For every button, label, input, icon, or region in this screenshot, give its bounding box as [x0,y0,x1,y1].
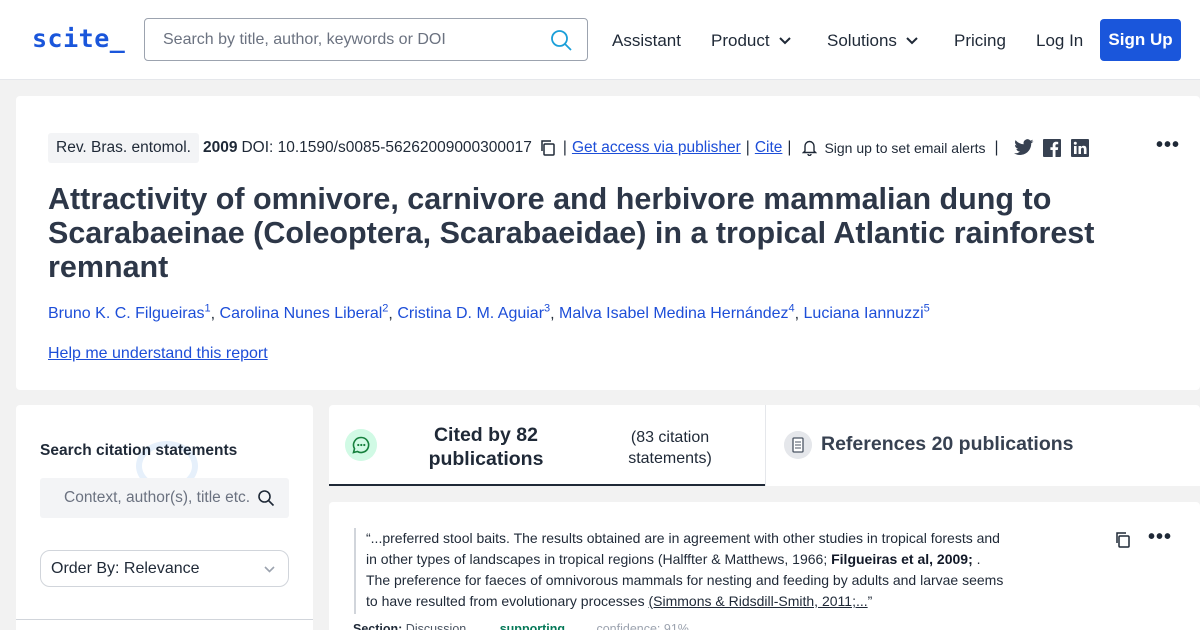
author-link[interactable]: Cristina D. M. Aguiar3 [397,303,550,322]
paper-meta-row: Rev. Bras. entomol. 2009 DOI: 10.1590/s0… [48,132,1090,163]
separator: , [794,305,804,323]
separator: | [562,138,567,156]
search-box [144,18,588,61]
citation-search-sidebar: Search citation statements Order By: Rel… [16,405,313,630]
more-options-icon[interactable]: ••• [1156,134,1180,157]
chevron-down-icon [778,37,791,45]
divider [765,405,766,486]
login-link[interactable]: Log In [1036,31,1083,51]
scite-logo[interactable]: scite_ [32,24,125,53]
bell-icon[interactable] [802,139,818,156]
paper-card: Rev. Bras. entomol. 2009 DOI: 10.1590/s0… [16,96,1200,390]
supporting-badge: supporting [499,622,565,630]
author-link[interactable]: Malva Isabel Medina Hernández4 [559,303,795,322]
get-access-link[interactable]: Get access via publisher [572,139,741,157]
publication-year: 2009 [202,138,238,156]
copy-icon[interactable] [1114,531,1131,548]
journal-badge: Rev. Bras. entomol. [48,132,199,163]
help-understand-link[interactable]: Help me understand this report [48,345,268,363]
facebook-icon[interactable] [1042,138,1062,157]
separator: | [745,138,750,156]
citation-quote: “...preferred stool baits. The results o… [354,528,1004,614]
chevron-down-icon [906,37,918,45]
section-value: Discussion [405,622,467,630]
chevron-down-icon [264,566,275,573]
tab-cited-by[interactable]: Cited by 82 publications (83 citation st… [329,405,765,486]
copy-icon[interactable] [539,139,556,156]
order-by-value: Order By: Relevance [51,560,200,577]
chat-bubble-icon [345,429,377,461]
context-search-input[interactable] [40,478,256,518]
cite-link[interactable]: Cite [755,139,783,157]
twitter-icon[interactable] [1013,138,1034,157]
nav-solutions[interactable]: Solutions [827,31,919,51]
citation-tabs: Cited by 82 publications (83 citation st… [329,405,1200,486]
citation-statements-count: (83 citation statements) [628,429,712,467]
search-input[interactable] [145,19,535,60]
nav-product[interactable]: Product [711,31,792,51]
separator: | [787,138,792,156]
search-icon[interactable] [549,28,573,52]
order-by-select[interactable]: Order By: Relevance [40,550,289,587]
section-label: Section: [353,622,403,630]
more-options-icon[interactable]: ••• [1148,526,1172,549]
author-link[interactable]: Carolina Nunes Liberal2 [220,303,389,322]
document-icon [784,431,812,459]
author-link[interactable]: Bruno K. C. Filgueiras1 [48,303,211,322]
author-list: Bruno K. C. Filgueiras1, Carolina Nunes … [48,303,930,323]
search-icon[interactable] [257,489,275,507]
linkedin-icon[interactable] [1070,138,1090,157]
nav-solutions-label: Solutions [827,31,897,50]
nav-product-label: Product [711,31,770,50]
citation-statement-card: “...preferred stool baits. The results o… [329,502,1200,630]
nav-pricing[interactable]: Pricing [954,31,1006,51]
highlighted-reference: Filgueiras et al, 2009; [831,551,973,567]
separator: , [550,305,560,323]
cited-by-count: Cited by 82 publications [428,424,544,470]
citation-meta-row: Section: Discussion supporting confidenc… [353,622,689,630]
confidence-value: confidence: 91% [596,622,689,630]
separator: , [210,305,220,323]
sidebar-heading: Search citation statements [40,442,238,459]
separator: | [994,138,999,156]
doi-text: DOI: 10.1590/s0085-56262009000300017 [241,138,532,156]
separator: , [388,305,398,323]
reference-link[interactable]: (Simmons & Ridsdill-Smith, 2011;... [648,593,867,609]
context-search-box [40,478,289,518]
email-alerts-link[interactable]: Sign up to set email alerts [824,140,985,156]
author-link[interactable]: Luciana Iannuzzi5 [804,303,930,322]
top-navigation-bar: scite_ Assistant Product Solutions Prici… [0,0,1200,80]
paper-title: Attractivity of omnivore, carnivore and … [48,182,1095,284]
tab-references[interactable]: References 20 publications [821,433,1074,456]
divider [16,619,313,620]
signup-button[interactable]: Sign Up [1100,19,1181,61]
nav-assistant[interactable]: Assistant [612,31,681,51]
